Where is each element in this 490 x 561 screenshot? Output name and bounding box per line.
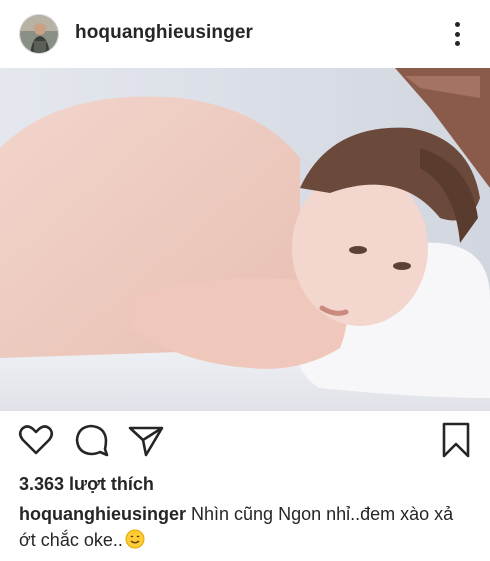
post-caption: hoquanghieusinger Nhìn cũng Ngon nhỉ..đe… <box>19 501 474 553</box>
photo-person-on-pillow <box>0 68 490 411</box>
more-vertical-icon[interactable] <box>448 20 466 48</box>
avatar-image <box>20 15 58 53</box>
avatar[interactable] <box>19 14 59 54</box>
send-icon[interactable] <box>126 420 166 460</box>
caption-username[interactable]: hoquanghieusinger <box>19 504 186 524</box>
post-header: hoquanghieusinger <box>0 0 490 68</box>
post-actions <box>0 420 490 464</box>
heart-icon[interactable] <box>16 420 56 460</box>
smiling-face-emoji <box>125 529 145 549</box>
bookmark-icon[interactable] <box>436 420 476 460</box>
post-username[interactable]: hoquanghieusinger <box>75 22 253 44</box>
likes-count[interactable]: 3.363 lượt thích <box>19 474 154 495</box>
post-photo[interactable] <box>0 68 490 411</box>
comment-icon[interactable] <box>72 420 112 460</box>
